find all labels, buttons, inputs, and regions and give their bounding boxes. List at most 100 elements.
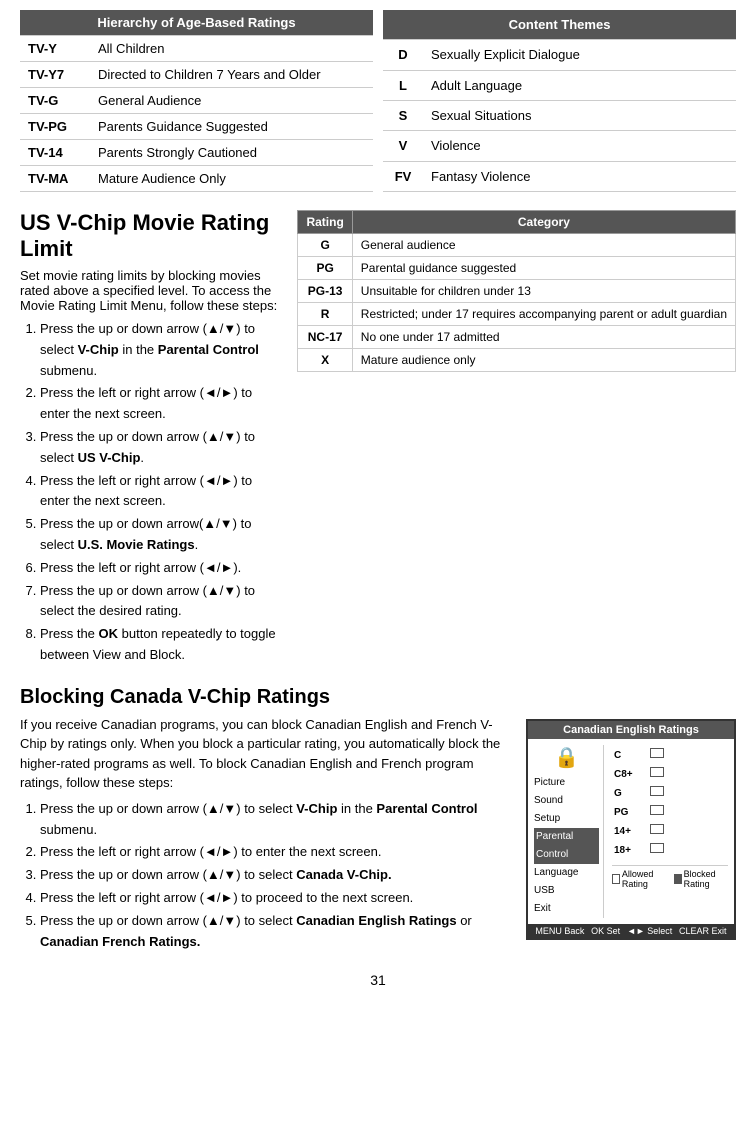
rating-checkbox[interactable] — [648, 823, 726, 840]
legend-allowed: Allowed Rating — [612, 869, 666, 889]
canada-dialog-right-panel: C C8+ G PG — [608, 745, 728, 918]
table-row: TV-Y All Children — [20, 36, 373, 62]
vchip-steps: Press the up or down arrow (▲/▼) to sele… — [20, 319, 281, 666]
desc-cell: All Children — [90, 36, 373, 62]
canada-section: Blocking Canada V-Chip Ratings If you re… — [20, 686, 736, 955]
lock-icon: 🔒 — [534, 745, 599, 770]
canada-dialog-left-panel: 🔒 Picture Sound Setup Parental Control L… — [534, 745, 604, 918]
footer-set: OK Set — [591, 926, 620, 936]
hierarchy-table-header: Hierarchy of Age-Based Ratings — [20, 10, 373, 36]
rating-checkbox[interactable] — [648, 842, 726, 859]
desc-cell: Mature Audience Only — [90, 166, 373, 192]
rating-row: PG — [614, 804, 726, 821]
canada-text: If you receive Canadian programs, you ca… — [20, 715, 510, 955]
table-row: R Restricted; under 17 requires accompan… — [298, 303, 736, 326]
legend-row: Allowed Rating Blocked Rating — [612, 865, 728, 889]
table-row: TV-14 Parents Strongly Cautioned — [20, 140, 373, 166]
rating-checkbox[interactable] — [648, 785, 726, 802]
category-cell: General audience — [352, 234, 735, 257]
vchip-step-1: Press the up or down arrow (▲/▼) to sele… — [40, 319, 281, 381]
canada-step-2: Press the left or right arrow (◄/►) to e… — [40, 842, 510, 863]
table-row: FV Fantasy Violence — [383, 161, 736, 191]
desc-cell: Directed to Children 7 Years and Older — [90, 62, 373, 88]
rating-cell: TV-G — [20, 88, 90, 114]
rating-checkbox[interactable] — [648, 766, 726, 783]
footer-exit: CLEAR Exit — [679, 926, 727, 936]
movie-rating-col-header: Rating — [298, 211, 352, 234]
vchip-step-5: Press the up or down arrow(▲/▼) to selec… — [40, 514, 281, 556]
table-row: NC-17 No one under 17 admitted — [298, 326, 736, 349]
blocked-label: Blocked Rating — [684, 869, 728, 889]
canada-menu-items: Picture Sound Setup Parental Control Lan… — [534, 774, 599, 918]
rating-cell: X — [298, 349, 352, 372]
desc-cell: Fantasy Violence — [423, 161, 736, 191]
vchip-text: US V-Chip Movie Rating Limit Set movie r… — [20, 210, 281, 668]
table-row: PG-13 Unsuitable for children under 13 — [298, 280, 736, 303]
rating-label: 18+ — [614, 842, 646, 859]
movie-category-col-header: Category — [352, 211, 735, 234]
canada-step-3: Press the up or down arrow (▲/▼) to sele… — [40, 865, 510, 886]
ratings-grid: C C8+ G PG — [612, 745, 728, 861]
movie-rating-table: Rating Category G General audience PG Pa… — [297, 210, 736, 372]
menu-item-parental-control[interactable]: Parental Control — [534, 828, 599, 864]
rating-label: PG — [614, 804, 646, 821]
menu-item-exit[interactable]: Exit — [534, 900, 599, 918]
rating-cell: FV — [383, 161, 423, 191]
rating-cell: L — [383, 70, 423, 100]
menu-item-sound[interactable]: Sound — [534, 792, 599, 810]
rating-row: 18+ — [614, 842, 726, 859]
desc-cell: Sexual Situations — [423, 100, 736, 130]
desc-cell: Sexually Explicit Dialogue — [423, 40, 736, 70]
legend-blocked: Blocked Rating — [674, 869, 728, 889]
rating-cell: PG — [298, 257, 352, 280]
vchip-title: US V-Chip Movie Rating Limit — [20, 210, 281, 262]
menu-item-picture[interactable]: Picture — [534, 774, 599, 792]
rating-cell: TV-PG — [20, 114, 90, 140]
category-cell: Parental guidance suggested — [352, 257, 735, 280]
vchip-container: US V-Chip Movie Rating Limit Set movie r… — [20, 210, 736, 668]
desc-cell: Violence — [423, 131, 736, 161]
menu-item-setup[interactable]: Setup — [534, 810, 599, 828]
vchip-step-3: Press the up or down arrow (▲/▼) to sele… — [40, 427, 281, 469]
vchip-step-7: Press the up or down arrow (▲/▼) to sele… — [40, 581, 281, 623]
desc-cell: Parents Guidance Suggested — [90, 114, 373, 140]
rating-row: C — [614, 747, 726, 764]
rating-row: C8+ — [614, 766, 726, 783]
hierarchy-table: Hierarchy of Age-Based Ratings TV-Y All … — [20, 10, 373, 192]
category-cell: Unsuitable for children under 13 — [352, 280, 735, 303]
canada-step-4: Press the left or right arrow (◄/►) to p… — [40, 888, 510, 909]
table-row: TV-Y7 Directed to Children 7 Years and O… — [20, 62, 373, 88]
rating-cell: G — [298, 234, 352, 257]
rating-row: 14+ — [614, 823, 726, 840]
rating-cell: TV-Y7 — [20, 62, 90, 88]
rating-cell: NC-17 — [298, 326, 352, 349]
canada-dialog-title: Canadian English Ratings — [528, 721, 734, 739]
rating-cell: S — [383, 100, 423, 130]
table-row: S Sexual Situations — [383, 100, 736, 130]
desc-cell: Parents Strongly Cautioned — [90, 140, 373, 166]
vchip-step-6: Press the left or right arrow (◄/►). — [40, 558, 281, 579]
menu-item-language[interactable]: Language — [534, 864, 599, 882]
top-tables-section: Hierarchy of Age-Based Ratings TV-Y All … — [20, 10, 736, 192]
table-row: TV-PG Parents Guidance Suggested — [20, 114, 373, 140]
table-row: D Sexually Explicit Dialogue — [383, 40, 736, 70]
allowed-label: Allowed Rating — [622, 869, 666, 889]
rating-checkbox[interactable] — [648, 804, 726, 821]
canada-title: Blocking Canada V-Chip Ratings — [20, 686, 736, 709]
rating-cell: D — [383, 40, 423, 70]
rating-checkbox[interactable] — [648, 747, 726, 764]
vchip-step-4: Press the left or right arrow (◄/►) to e… — [40, 471, 281, 513]
canada-dialog: Canadian English Ratings 🔒 Picture Sound… — [526, 719, 736, 940]
rating-label: 14+ — [614, 823, 646, 840]
rating-label: C8+ — [614, 766, 646, 783]
rating-row: G — [614, 785, 726, 802]
table-row: G General audience — [298, 234, 736, 257]
rating-cell: TV-14 — [20, 140, 90, 166]
menu-item-usb[interactable]: USB — [534, 882, 599, 900]
page-number: 31 — [20, 972, 736, 988]
allowed-box — [612, 874, 620, 884]
blocked-box — [674, 874, 682, 884]
rating-cell: V — [383, 131, 423, 161]
table-row: TV-G General Audience — [20, 88, 373, 114]
footer-select: ◄► Select — [627, 926, 672, 936]
